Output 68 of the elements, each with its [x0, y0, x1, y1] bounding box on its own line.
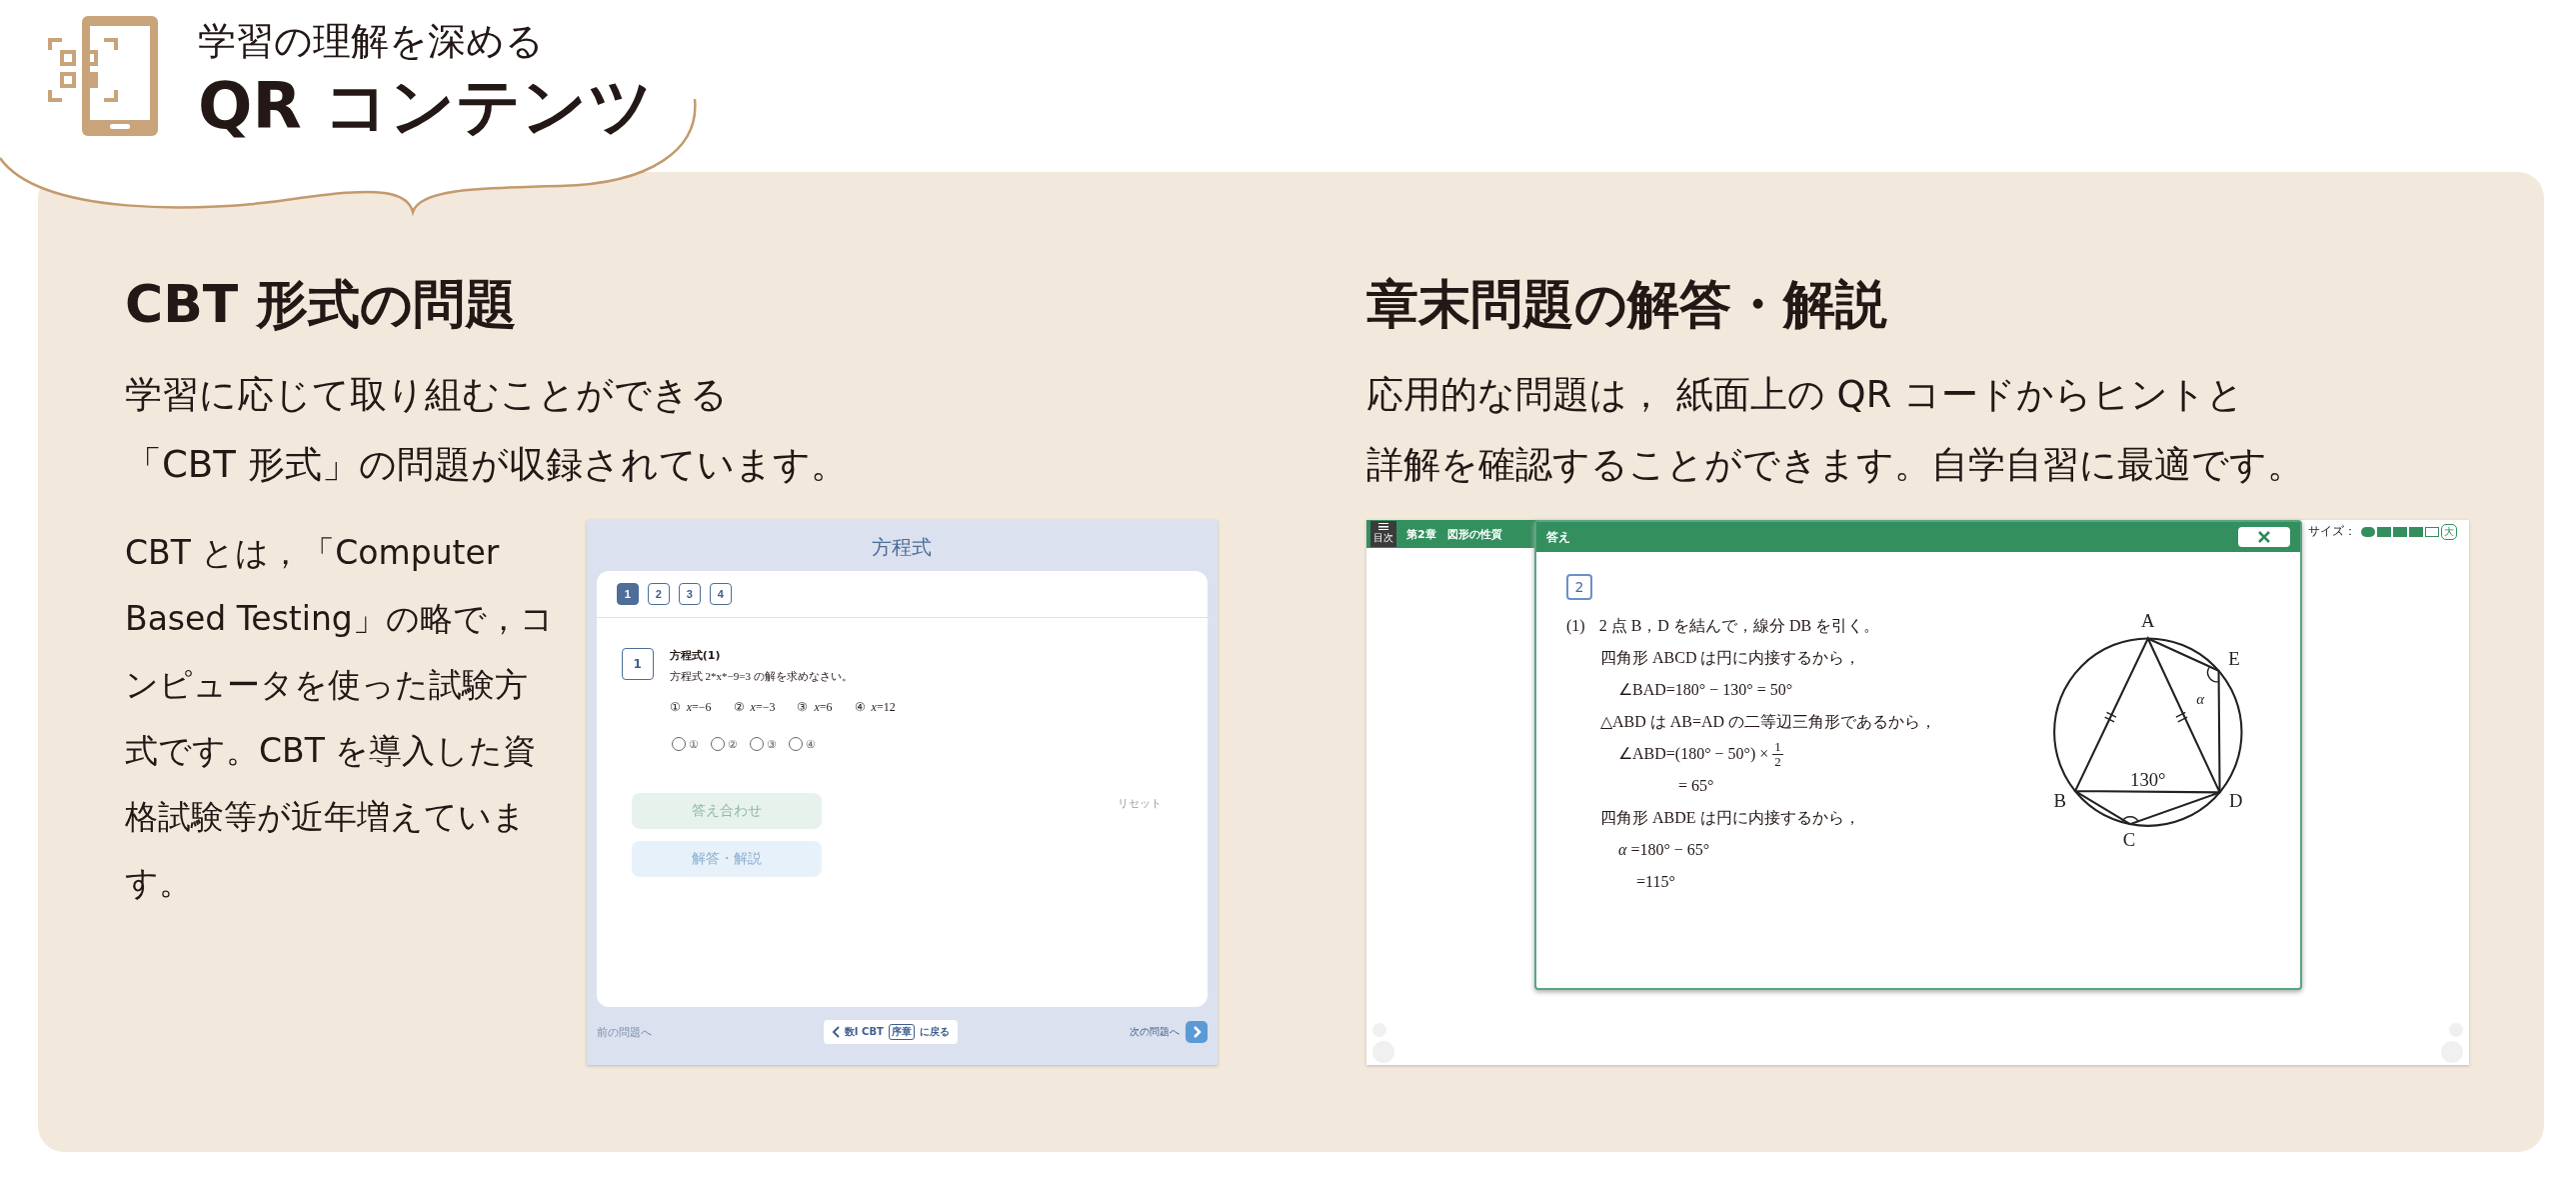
section-description: 応用的な問題は， 紙面上の QR コードからヒントと	[1366, 372, 2246, 418]
question-text: 方程式 2*x*−9=3 の解を求めなさい。	[669, 669, 854, 684]
problem-number: 2	[1566, 574, 1592, 600]
header-title: QR コンテンツ	[198, 68, 654, 145]
vertex-label: D	[2229, 790, 2244, 812]
question-tab[interactable]: 2	[647, 583, 670, 605]
solution-line: △ABD は AB=AD の二等辺三角形であるから，	[1600, 712, 1937, 732]
close-button[interactable]	[2238, 527, 2290, 547]
angle-label: 130°	[2130, 769, 2166, 791]
radio-option[interactable]: ①	[671, 737, 699, 751]
question-tab[interactable]: 3	[678, 583, 701, 605]
choice-mark: ①	[669, 700, 681, 715]
section-description: 「CBT 形式」の問題が収録されています。	[125, 442, 849, 488]
close-icon	[2257, 530, 2271, 544]
choice-answer: x=−3	[750, 700, 776, 715]
solution-line: 四角形 ABCD は円に内接するから，	[1600, 648, 1861, 668]
size-small-icon[interactable]	[2361, 526, 2375, 537]
back-link-text: に戻る	[919, 1025, 950, 1039]
back-link[interactable]: 数Ⅰ CBT 序章 に戻る	[823, 1020, 958, 1044]
solution-line: 四角形 ABDE は円に内接するから，	[1600, 808, 1860, 828]
size-step[interactable]	[2393, 526, 2407, 537]
choice-mark: ④	[854, 700, 866, 715]
question-heading: 方程式(1)	[669, 648, 722, 663]
question-tab[interactable]: 1	[616, 583, 639, 605]
size-label: サイズ：	[2308, 523, 2356, 540]
solution-line: 2 点 B，D を結んで，線分 DB を引く。	[1598, 616, 1880, 636]
chevron-right-icon	[1186, 1021, 1208, 1043]
size-step[interactable]	[2377, 526, 2391, 537]
section-description: 詳解を確認することができます。自学自習に最適です。	[1366, 442, 2305, 488]
dialog-title: 答え	[1546, 528, 1570, 546]
solution-line: ∠BAD=180° − 130° = 50°	[1618, 680, 1793, 700]
choice-mark: ③	[797, 700, 809, 715]
solution-line: = 65°	[1678, 776, 1714, 796]
solution-line: =115°	[1636, 872, 1675, 892]
choice-mark: ②	[733, 700, 745, 715]
question-tab[interactable]: 4	[709, 583, 732, 605]
choice-answer: x=−6	[686, 700, 712, 715]
chapter-title: 第2章 図形の性質	[1406, 526, 1502, 542]
menu-button[interactable]: 目次	[1370, 521, 1396, 547]
size-step[interactable]	[2409, 526, 2423, 537]
chapter-tag: 序章	[888, 1024, 915, 1040]
choice-answer: x=6	[814, 700, 833, 715]
choice-answer: x=12	[871, 700, 896, 715]
size-step[interactable]	[2425, 526, 2439, 537]
question-number: 1	[621, 648, 654, 680]
item-label: (1)	[1566, 616, 1585, 637]
section-description: 学習に応じて取り組むことができる	[125, 372, 729, 418]
solution-line: ∠ABD=(180° − 50°) ×	[1618, 744, 1769, 765]
section-title: CBT 形式の問題	[125, 273, 519, 336]
radio-option[interactable]: ④	[788, 737, 816, 751]
back-link-course: 数Ⅰ CBT	[844, 1025, 884, 1039]
app-title: 方程式	[872, 534, 933, 561]
header-subtitle: 学習の理解を深める	[198, 18, 545, 65]
vertex-label: A	[2141, 610, 2155, 632]
section-title: 章末問題の解答・解説	[1366, 273, 1888, 336]
vertex-label: E	[2228, 647, 2241, 669]
radio-option[interactable]: ②	[710, 737, 738, 751]
radio-option[interactable]: ③	[749, 737, 777, 751]
next-question-button[interactable]: 次の問題へ	[1130, 1021, 1208, 1043]
vertex-label: C	[2123, 829, 2136, 851]
angle-symbol: α	[2196, 691, 2205, 708]
size-large-button[interactable]: 大	[2441, 523, 2457, 540]
vertex-label: B	[2053, 790, 2067, 812]
chevron-left-icon	[831, 1026, 840, 1038]
phone-qr-icon	[48, 16, 158, 136]
cbt-note: CBT とは，「Computer Based Testing」の略で，コンピュータを使った試験方式です。CBT を導入した資格試験等が近年増えています。	[125, 532, 555, 904]
fraction: 1 2	[1772, 739, 1783, 769]
solution-line: α =180° − 65°	[1618, 840, 1710, 860]
